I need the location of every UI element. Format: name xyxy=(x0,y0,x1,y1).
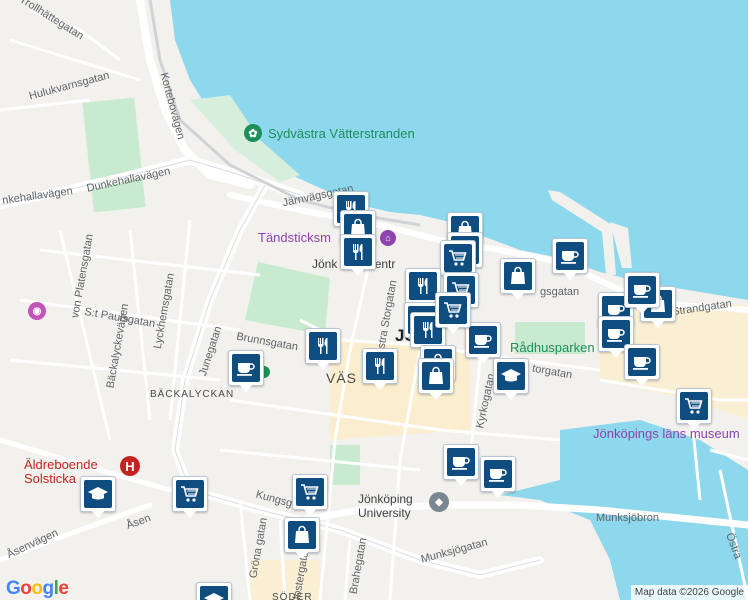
park-north xyxy=(82,97,146,213)
graduation-cap-marker[interactable] xyxy=(196,582,232,600)
restaurant-icon xyxy=(309,332,337,360)
google-logo: Google xyxy=(6,578,69,599)
shopping-cart-marker[interactable] xyxy=(435,292,471,338)
place-sydvastra-vatterstranden[interactable]: Sydvästra Vätterstranden xyxy=(268,127,415,140)
cafe-icon xyxy=(484,460,512,488)
restaurant-icon xyxy=(344,238,372,266)
park-stadium xyxy=(245,262,330,335)
cafe-icon xyxy=(628,348,656,376)
cafe-icon xyxy=(628,276,656,304)
shopping-bag-icon xyxy=(288,521,316,549)
shopping-bag-icon xyxy=(504,262,532,290)
district-backalyckan: BÄCKALYCKAN xyxy=(150,389,235,400)
restaurant-marker[interactable] xyxy=(362,348,398,394)
cafe-marker[interactable] xyxy=(624,344,660,390)
restaurant-marker[interactable] xyxy=(340,234,376,280)
street-hamngatan: gsgatan xyxy=(540,286,580,298)
graduation-cap-icon xyxy=(84,480,112,508)
photo-icon[interactable]: ◉ xyxy=(28,302,46,320)
shopping-cart-icon xyxy=(296,478,324,506)
graduation-cap-icon xyxy=(497,362,525,390)
museum-icon[interactable]: ⌂ xyxy=(380,230,396,246)
shopping-bag-icon xyxy=(422,362,450,390)
hospital-icon[interactable]: H xyxy=(120,456,140,476)
university-icon[interactable]: ◆ xyxy=(429,492,449,512)
shopping-cart-marker[interactable] xyxy=(172,476,208,522)
cafe-marker[interactable] xyxy=(228,350,264,396)
graduation-cap-marker[interactable] xyxy=(493,358,529,404)
shopping-cart-icon xyxy=(176,480,204,508)
graduation-cap-icon xyxy=(200,586,228,600)
restaurant-marker[interactable] xyxy=(305,328,341,374)
shopping-bag-marker[interactable] xyxy=(500,258,536,304)
cafe-marker[interactable] xyxy=(552,238,588,284)
map-canvas[interactable]: Trollhättegatan Hulukvarnsgatan Kortebov… xyxy=(0,0,748,600)
restaurant-icon xyxy=(409,272,437,300)
park-icon[interactable]: ✿ xyxy=(244,124,262,142)
shopping-cart-marker[interactable] xyxy=(292,474,328,520)
shopping-cart-marker[interactable] xyxy=(676,388,712,434)
cafe-icon xyxy=(447,448,475,476)
place-jonkopings-lans-museum[interactable]: Jönköpings läns museum xyxy=(593,427,740,440)
shopping-cart-icon xyxy=(680,392,708,420)
place-jonkoping-university[interactable]: Jönköping University xyxy=(358,492,413,520)
cafe-icon xyxy=(556,242,584,270)
cafe-icon xyxy=(469,326,497,354)
place-tandsticksmuseet[interactable]: Tändsticksm xyxy=(258,231,331,244)
shopping-bag-marker[interactable] xyxy=(284,517,320,563)
shopping-cart-icon xyxy=(439,296,467,324)
street-munksjobron: Munksjöbron xyxy=(596,512,659,524)
cafe-marker[interactable] xyxy=(480,456,516,502)
cafe-icon xyxy=(232,354,260,382)
cafe-marker[interactable] xyxy=(443,444,479,490)
place-radhusparken[interactable]: Rådhusparken xyxy=(510,341,595,354)
district-soder: SÖDER xyxy=(272,592,313,600)
shopping-cart-icon xyxy=(444,244,472,272)
map-attribution[interactable]: Map data ©2026 Google xyxy=(630,585,748,600)
graduation-cap-marker[interactable] xyxy=(80,476,116,522)
restaurant-icon xyxy=(366,352,394,380)
shopping-bag-marker[interactable] xyxy=(418,358,454,404)
cafe-marker[interactable] xyxy=(624,272,660,318)
